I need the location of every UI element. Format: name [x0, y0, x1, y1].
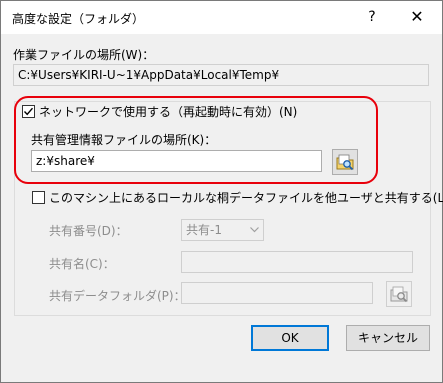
folder-search-icon — [336, 154, 354, 171]
chevron-down-icon — [250, 227, 259, 233]
share-folder-field[interactable] — [181, 282, 373, 304]
local-share-checkbox-label[interactable]: このマシン上にあるローカルな桐データファイルを他ユーザと共有する(L) — [49, 189, 443, 206]
workplace-field[interactable]: C:¥Users¥KIRI-U~1¥AppData¥Local¥Temp¥ — [13, 64, 429, 86]
dialog-title: 高度な設定（フォルダ） — [12, 12, 145, 26]
shared-info-label: 共有管理情報ファイルの場所(K)： — [31, 133, 217, 147]
network-checkbox[interactable] — [22, 105, 35, 118]
shared-info-browse-button[interactable] — [332, 149, 358, 175]
workplace-label: 作業ファイルの場所(W)： — [13, 48, 155, 62]
share-name-label: 共有名(C)： — [49, 257, 115, 271]
title-bar: 高度な設定（フォルダ） ? ✕ — [1, 1, 442, 34]
dialog-window: 高度な設定（フォルダ） ? ✕ 作業ファイルの場所(W)： C:¥Users¥K… — [0, 0, 443, 383]
share-number-select[interactable]: 共有-1 — [181, 219, 264, 241]
share-folder-label: 共有データフォルダ(P)： — [49, 289, 186, 303]
network-checkbox-label[interactable]: ネットワークで使用する（再起動時に有効）(N) — [39, 103, 300, 120]
cancel-button[interactable]: キャンセル — [346, 325, 430, 351]
local-share-checkbox[interactable] — [32, 191, 45, 204]
help-button[interactable]: ? — [361, 6, 383, 28]
ok-button[interactable]: OK — [251, 325, 329, 351]
share-number-value: 共有-1 — [186, 223, 222, 237]
share-folder-browse-button[interactable] — [386, 281, 412, 307]
check-icon — [23, 107, 34, 116]
share-name-field[interactable] — [181, 251, 413, 273]
share-number-label: 共有番号(D)： — [49, 224, 128, 238]
shared-info-field[interactable]: z:¥share¥ — [31, 150, 322, 172]
close-button[interactable]: ✕ — [401, 4, 433, 30]
folder-search-icon — [390, 286, 408, 303]
